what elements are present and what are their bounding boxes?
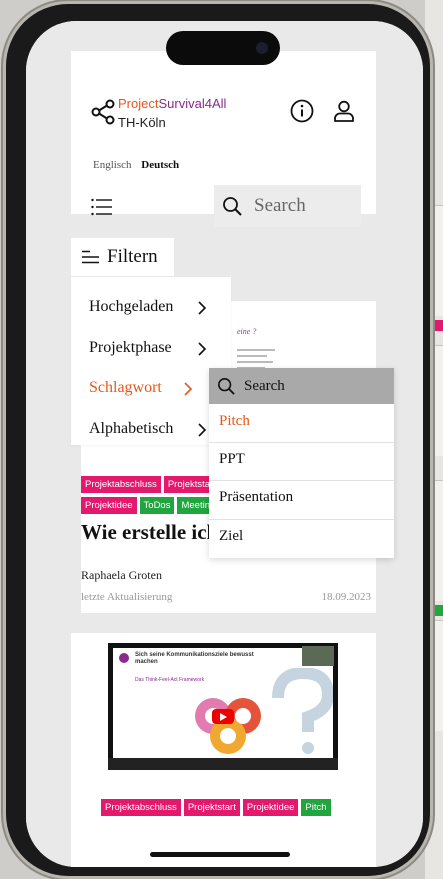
keyword-item-ziel[interactable]: Ziel	[219, 528, 243, 545]
chevron-right-icon	[184, 382, 193, 396]
divider	[209, 442, 394, 443]
filter-item-projektphase[interactable]: Projektphase	[89, 339, 172, 357]
keyword-item-ppt[interactable]: PPT	[219, 451, 245, 468]
card-tags-row: Projektidee ToDos Meeting	[81, 497, 220, 514]
card-updated-label: letzte Aktualisierung	[81, 591, 173, 603]
dynamic-island	[166, 31, 280, 65]
filter-item-schlagwort[interactable]: Schlagwort	[89, 379, 162, 397]
card-date: 18.09.2023	[321, 591, 372, 603]
thumbnail-line	[237, 361, 273, 363]
card-tags-row: Projektabschluss Projektstart Projektide…	[101, 799, 331, 816]
search-icon	[223, 197, 242, 216]
chevron-right-icon	[198, 301, 207, 315]
filter-item-hochgeladen[interactable]: Hochgeladen	[89, 298, 173, 316]
tag-todos[interactable]: ToDos	[139, 497, 175, 514]
filter-lines-icon	[82, 250, 99, 264]
question-mark-graphic	[272, 668, 333, 754]
user-icon[interactable]	[332, 99, 356, 123]
filter-menu: Hochgeladen Projektphase Schlagwort Alph…	[71, 277, 231, 445]
phone-frame: ProjectSurvival4All TH-Köln Englisch Deu…	[6, 4, 430, 876]
card-tags-row: Projektabschluss Projektstart	[81, 476, 220, 493]
chevron-right-icon	[198, 423, 207, 437]
language-deutsch[interactable]: Deutsch	[141, 159, 179, 171]
content-card[interactable]: Sich seine Kommunikationsziele bewusst m…	[71, 633, 376, 867]
filter-label: Filtern	[107, 246, 158, 267]
brand-name[interactable]: ProjectSurvival4All	[118, 96, 226, 111]
keyword-item-pitch[interactable]: Pitch	[219, 413, 250, 430]
site-header: ProjectSurvival4All TH-Köln Englisch Deu…	[71, 51, 376, 227]
language-english[interactable]: Englisch	[93, 159, 132, 171]
divider	[209, 519, 394, 520]
search-icon	[217, 377, 235, 395]
hamburger-menu-icon[interactable]	[91, 198, 113, 216]
institution-name: TH-Köln	[118, 115, 166, 130]
tag-projektstart[interactable]: Projektstart	[183, 799, 240, 816]
camera-icon	[256, 42, 268, 54]
video-player[interactable]: Sich seine Kommunikationsziele bewusst m…	[108, 643, 338, 770]
presenter-thumbnail	[302, 646, 334, 666]
thumbnail-line	[237, 355, 267, 357]
slide-number-dot	[119, 653, 129, 663]
keyword-search-placeholder: Search	[244, 377, 285, 394]
page: ProjectSurvival4All TH-Köln Englisch Deu…	[26, 21, 423, 867]
video-subheading: Das Think-Feel-Act Framework	[135, 677, 205, 683]
keyword-menu: Search Pitch PPT Präsentation Ziel	[209, 368, 394, 558]
filter-item-alphabetisch[interactable]: Alphabetisch	[89, 420, 173, 438]
thumbnail-line	[237, 349, 275, 351]
tag-pitch[interactable]: Pitch	[301, 799, 331, 816]
info-icon[interactable]	[290, 99, 314, 123]
tag-projektidee[interactable]: Projektidee	[242, 799, 299, 816]
phone-screen: ProjectSurvival4All TH-Köln Englisch Deu…	[26, 21, 423, 867]
home-indicator[interactable]	[150, 852, 290, 857]
tag-projektidee[interactable]: Projektidee	[81, 497, 137, 514]
search-placeholder: Search	[254, 195, 306, 216]
brand-part-project: Project	[118, 96, 159, 111]
play-button-icon[interactable]	[212, 709, 234, 724]
brand-part-survival: Survival	[158, 96, 205, 111]
search-input[interactable]: Search	[214, 185, 361, 227]
share-logo-icon	[91, 99, 115, 125]
keyword-search-input[interactable]: Search	[209, 368, 394, 404]
brand-part-4all: 4All	[204, 96, 227, 111]
video-heading: Sich seine Kommunikationsziele bewusst m…	[135, 652, 254, 665]
filter-button[interactable]: Filtern	[71, 238, 174, 276]
divider	[209, 480, 394, 481]
thumbnail-text: eine ?	[237, 327, 257, 336]
video-control-bar[interactable]	[108, 758, 338, 770]
language-switcher: Englisch Deutsch	[93, 159, 186, 171]
keyword-item-praesentation[interactable]: Präsentation	[219, 489, 293, 506]
card-author: Raphaela Groten	[81, 568, 162, 582]
tag-projektabschluss[interactable]: Projektabschluss	[81, 476, 161, 493]
video-frame: Sich seine Kommunikationsziele bewusst m…	[113, 648, 333, 758]
chevron-right-icon	[198, 342, 207, 356]
tag-projektabschluss[interactable]: Projektabschluss	[101, 799, 181, 816]
